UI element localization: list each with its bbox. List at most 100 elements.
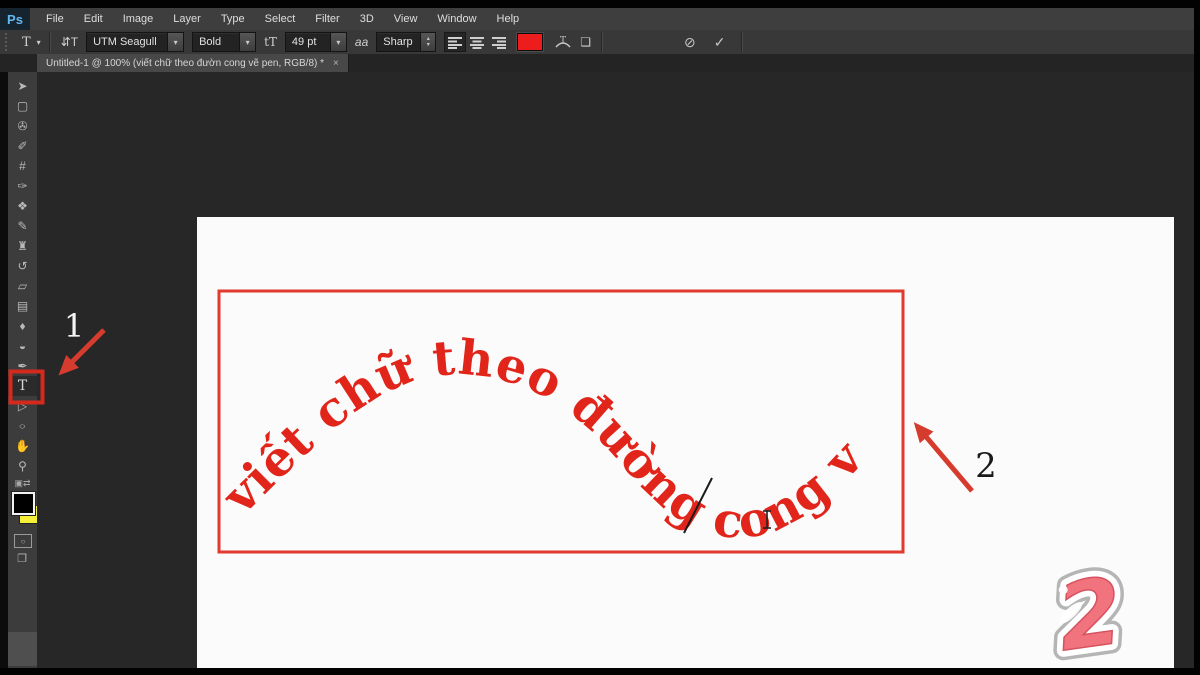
align-center-icon — [469, 35, 485, 49]
tool-crop[interactable]: # — [8, 156, 37, 176]
ellipse-shape-icon: ○ — [19, 422, 26, 431]
grip-handle[interactable] — [5, 33, 12, 51]
type-tool-preview-icon[interactable]: T — [18, 32, 35, 52]
toggle-panels-icon[interactable]: ❏ — [576, 32, 595, 52]
path-selection-icon: ▷ — [18, 400, 27, 412]
anti-alias-value: Sharp — [377, 33, 420, 51]
foreground-color-swatch[interactable] — [12, 492, 35, 515]
font-size-value: 49 pt — [286, 33, 330, 51]
separator — [741, 32, 743, 52]
bottom-edge — [0, 668, 1200, 675]
tool-quick-selection[interactable]: ✐ — [8, 136, 37, 156]
move-icon: ➤ — [17, 80, 27, 92]
align-center-button[interactable] — [466, 32, 488, 52]
tool-pen[interactable]: ✒ — [8, 356, 37, 376]
pasteboard — [37, 72, 1194, 668]
tool-gradient[interactable]: ▤ — [8, 296, 37, 316]
svg-text:T: T — [560, 36, 566, 46]
font-style-value: Bold — [193, 33, 239, 51]
tool-eraser[interactable]: ▱ — [8, 276, 37, 296]
font-family-select[interactable]: UTM Seagull ▾ — [86, 32, 184, 52]
separator — [49, 32, 51, 52]
toolbar-footer — [8, 632, 37, 666]
menu-select[interactable]: Select — [255, 8, 306, 30]
font-size-select[interactable]: 49 pt ▾ — [285, 32, 347, 52]
type-tool-icon: T — [18, 379, 27, 393]
history-brush-icon: ↺ — [17, 260, 27, 272]
document-title: Untitled-1 @ 100% (viết chữ theo đườn co… — [46, 58, 324, 69]
cancel-edits-button[interactable]: ⊘ — [675, 34, 705, 51]
photoshop-logo: Ps — [0, 8, 30, 30]
blur-icon: ♦ — [19, 320, 25, 332]
tool-eyedropper[interactable]: ✑ — [8, 176, 37, 196]
close-icon[interactable]: × — [333, 58, 339, 69]
tool-spot-healing[interactable]: ❖ — [8, 196, 37, 216]
text-color-swatch[interactable] — [517, 33, 543, 51]
document-canvas[interactable] — [197, 217, 1174, 675]
tool-type[interactable]: T — [8, 376, 37, 396]
pen-icon: ✒ — [17, 360, 27, 372]
tool-hand[interactable]: ✋ — [8, 436, 37, 456]
left-edge — [0, 72, 8, 668]
menu-layer[interactable]: Layer — [163, 8, 211, 30]
font-size-icon: tT — [260, 32, 281, 52]
eraser-icon: ▱ — [18, 280, 27, 292]
warp-text-icon[interactable]: T — [550, 32, 576, 52]
down-arrow-icon: ▾ — [427, 42, 430, 48]
swap-colors-icon[interactable]: ▣⇄ — [8, 478, 37, 489]
hand-icon: ✋ — [15, 440, 30, 452]
tool-move[interactable]: ➤ — [8, 76, 37, 96]
align-right-button[interactable] — [488, 32, 510, 52]
chevron-down-icon[interactable]: ▾ — [330, 33, 346, 51]
gradient-icon: ▤ — [17, 300, 28, 312]
menu-edit[interactable]: Edit — [74, 8, 113, 30]
menu-file[interactable]: File — [36, 8, 74, 30]
crop-icon: # — [19, 160, 26, 172]
menu-3d[interactable]: 3D — [350, 8, 384, 30]
menu-filter[interactable]: Filter — [305, 8, 349, 30]
tool-lasso[interactable]: ✇ — [8, 116, 37, 136]
type-tool-options-bar: T ▾ ⇵T UTM Seagull ▾ Bold ▾ tT 49 pt ▾ a… — [0, 30, 1194, 55]
menu-window[interactable]: Window — [427, 8, 486, 30]
lasso-icon: ✇ — [17, 120, 27, 132]
menu-help[interactable]: Help — [487, 8, 530, 30]
menu-type[interactable]: Type — [211, 8, 255, 30]
text-orientation-icon[interactable]: ⇵T — [57, 32, 82, 52]
font-family-value: UTM Seagull — [87, 33, 167, 51]
tool-blur[interactable]: ♦ — [8, 316, 37, 336]
screen-mode-icon[interactable]: ❐ — [11, 552, 33, 565]
tool-clone-stamp[interactable]: ♜ — [8, 236, 37, 256]
commit-edits-button[interactable]: ✓ — [705, 34, 735, 51]
font-style-select[interactable]: Bold ▾ — [192, 32, 256, 52]
top-edge — [0, 0, 1200, 8]
eyedropper-icon: ✑ — [17, 180, 27, 192]
quick-selection-icon: ✐ — [17, 140, 27, 152]
marquee-icon: ▢ — [17, 100, 28, 112]
align-left-icon — [447, 35, 463, 49]
chevron-down-icon[interactable]: ▾ — [239, 33, 255, 51]
spinner-arrows-icon[interactable]: ▴ ▾ — [420, 33, 435, 51]
tool-history-brush[interactable]: ↺ — [8, 256, 37, 276]
tool-rectangular-marquee[interactable]: ▢ — [8, 96, 37, 116]
tool-ellipse-shape[interactable]: ○ — [8, 416, 37, 436]
align-left-button[interactable] — [444, 32, 466, 52]
menu-view[interactable]: View — [384, 8, 428, 30]
tool-zoom[interactable]: ⚲ — [8, 456, 37, 476]
menu-image[interactable]: Image — [113, 8, 164, 30]
tool-preset-dropdown-icon[interactable]: ▾ — [35, 32, 43, 52]
document-tab[interactable]: Untitled-1 @ 100% (viết chữ theo đườn co… — [37, 54, 349, 72]
spot-healing-icon: ❖ — [17, 200, 28, 212]
tool-brush[interactable]: ✎ — [8, 216, 37, 236]
tool-dodge[interactable]: ◒ — [8, 336, 37, 356]
anti-alias-select[interactable]: Sharp ▴ ▾ — [376, 32, 436, 52]
zoom-icon: ⚲ — [18, 460, 27, 472]
color-swatches — [8, 492, 37, 530]
quick-mask-icon[interactable]: ○ — [14, 534, 32, 548]
tool-path-selection[interactable]: ▷ — [8, 396, 37, 416]
align-right-icon — [491, 35, 507, 49]
separator — [601, 32, 603, 52]
chevron-down-icon[interactable]: ▾ — [167, 33, 183, 51]
brush-icon: ✎ — [17, 220, 27, 232]
dodge-icon: ◒ — [19, 340, 26, 352]
document-tab-bar: Untitled-1 @ 100% (viết chữ theo đườn co… — [0, 54, 1194, 73]
